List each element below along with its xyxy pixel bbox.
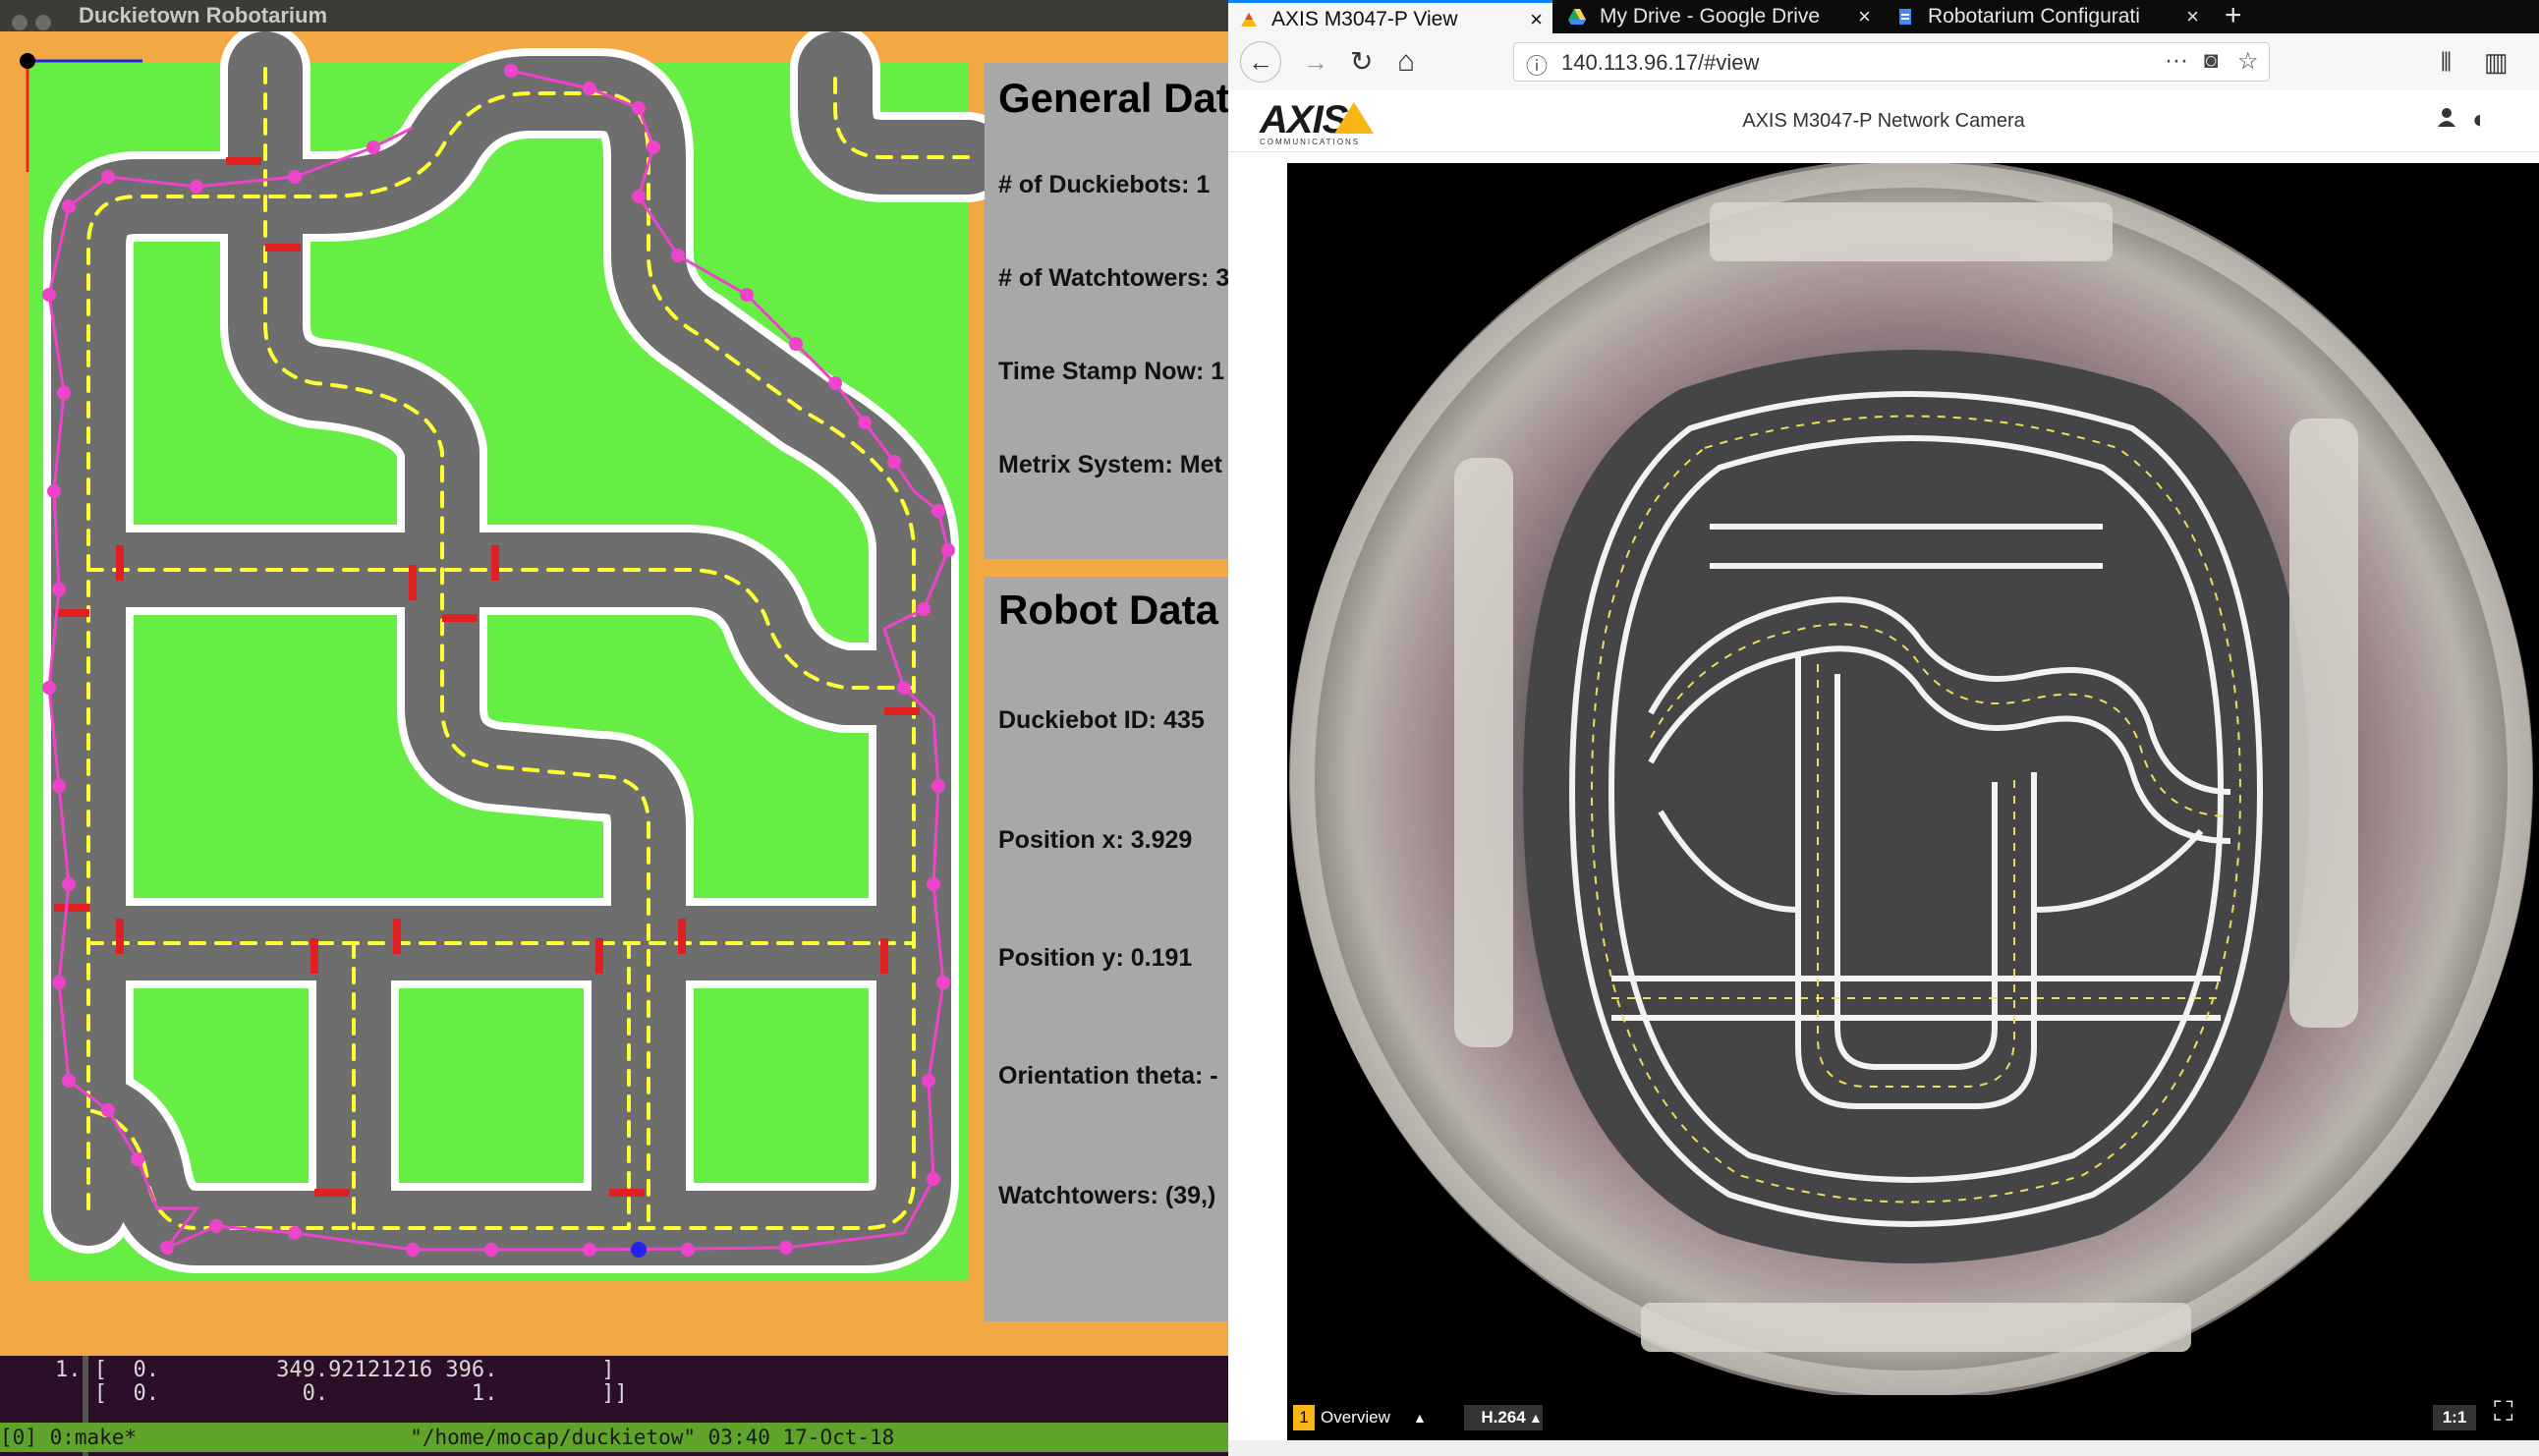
duckiebot-id: Duckiebot ID: 435 <box>998 706 1205 734</box>
general-data-heading: General Dat <box>998 75 1228 121</box>
chevron-up-icon[interactable]: ▲ <box>1529 1405 1543 1430</box>
zoom-1to1-button[interactable]: 1:1 <box>2433 1405 2476 1430</box>
navigation-bar: ← → ↻ ⌂ ⓘ 140.113.96.17/#view ··· ◙ ☆ ⫴ … <box>1228 33 2539 91</box>
page-actions-icon[interactable]: ··· <box>2165 47 2188 75</box>
contrast-icon[interactable]: ◐ <box>2472 104 2488 135</box>
view-mode-dropdown[interactable]: Overview <box>1321 1405 1390 1430</box>
tab-label: AXIS M3047-P View <box>1271 8 1458 30</box>
robot-position-marker <box>631 1242 647 1258</box>
general-data-panel: General Dat # of Duckiebots: 1 # of Watc… <box>985 63 1228 559</box>
new-tab-button[interactable]: + <box>2225 0 2242 31</box>
camera-header: AXIS COMMUNICATIONS AXIS M3047-P Network… <box>1228 90 2539 152</box>
window-title: Duckietown Robotarium <box>79 3 328 28</box>
orientation-theta: Orientation theta: - <box>998 1062 1218 1090</box>
robotarium-titlebar: Duckietown Robotarium <box>0 0 1228 31</box>
duckietown-map <box>20 31 985 1281</box>
back-button[interactable]: ← <box>1240 41 1281 83</box>
home-button[interactable]: ⌂ <box>1397 47 1415 77</box>
tab-robotarium-config[interactable]: Robotarium Configurati × <box>1885 0 2209 33</box>
url-text[interactable]: 140.113.96.17/#view <box>1561 50 1759 76</box>
camera-title: AXIS M3047-P Network Camera <box>1742 110 2025 132</box>
timestamp-now: Time Stamp Now: 1 <box>998 358 1225 385</box>
pocket-icon[interactable]: ◙ <box>2204 47 2219 75</box>
fullscreen-icon[interactable]: ⛶ <box>2494 1398 2513 1426</box>
sidebar-icon[interactable]: ▥ <box>2484 47 2509 77</box>
view-number-badge: 1 <box>1293 1405 1315 1430</box>
watchtowers-list: Watchtowers: (39,) <box>998 1182 1216 1209</box>
firefox-window: AXIS M3047-P View × My Drive - Google Dr… <box>1228 0 2539 1456</box>
tab-bar: AXIS M3047-P View × My Drive - Google Dr… <box>1228 0 2539 33</box>
position-y: Position y: 0.191 <box>998 944 1193 972</box>
chevron-up-icon[interactable]: ▲ <box>1413 1405 1427 1430</box>
terminal-line: 1. [ 0. 349.92121216 396. ] <box>55 1358 615 1382</box>
fisheye-image <box>1289 163 2533 1400</box>
robotarium-window: Duckietown Robotarium General Dat # of D… <box>0 0 1228 1356</box>
docs-favicon-icon <box>1899 9 1911 25</box>
tab-label: My Drive - Google Drive <box>1600 5 1821 28</box>
robot-data-heading: Robot Data <box>998 587 1218 633</box>
url-bar[interactable]: ⓘ 140.113.96.17/#view ··· ◙ ☆ <box>1513 42 2270 82</box>
forward-button[interactable]: → <box>1303 47 1328 77</box>
tmux-status-bar: [0] 0:make* "/home/mocap/duckietow" 03:4… <box>0 1423 1228 1452</box>
robot-data-panel: Robot Data Duckiebot ID: 435 Position x:… <box>985 577 1228 1321</box>
tab-label: Robotarium Configurati <box>1928 5 2140 28</box>
minimize-window-button[interactable] <box>35 15 51 30</box>
user-icon[interactable] <box>2435 104 2458 136</box>
info-icon[interactable]: ⓘ <box>1526 49 1548 81</box>
bookmark-star-icon[interactable]: ☆ <box>2237 47 2259 76</box>
tab-axis-view[interactable]: AXIS M3047-P View × <box>1228 0 1552 33</box>
library-icon[interactable]: ⫴ <box>2441 47 2452 77</box>
reload-button[interactable]: ↻ <box>1350 47 1373 77</box>
watchtowers-count: # of Watchtowers: 3 <box>998 264 1228 292</box>
position-x: Position x: 3.929 <box>998 826 1193 854</box>
axis-favicon-icon <box>1241 13 1257 27</box>
axis-logo-subtitle: COMMUNICATIONS <box>1260 138 1361 146</box>
tab-close-icon[interactable]: × <box>2186 0 2199 33</box>
browser-bottom-strip <box>1228 1440 2539 1456</box>
drive-favicon-icon <box>1568 9 1586 25</box>
close-window-button[interactable] <box>12 15 28 30</box>
camera-video-feed[interactable]: 1 Overview ▲ H.264 ▲ 1:1 ⛶ <box>1287 163 2539 1440</box>
duckiebots-count: # of Duckiebots: 1 <box>998 171 1211 198</box>
video-control-bar: 1 Overview ▲ H.264 ▲ 1:1 ⛶ <box>1287 1395 2539 1440</box>
tab-close-icon[interactable]: × <box>1530 3 1543 33</box>
terminal-line: [ 0. 0. 1. ]] <box>55 1381 628 1406</box>
metrix-system: Metrix System: Met <box>998 451 1222 478</box>
tab-google-drive[interactable]: My Drive - Google Drive × <box>1556 0 1881 33</box>
tab-close-icon[interactable]: × <box>1858 0 1871 33</box>
